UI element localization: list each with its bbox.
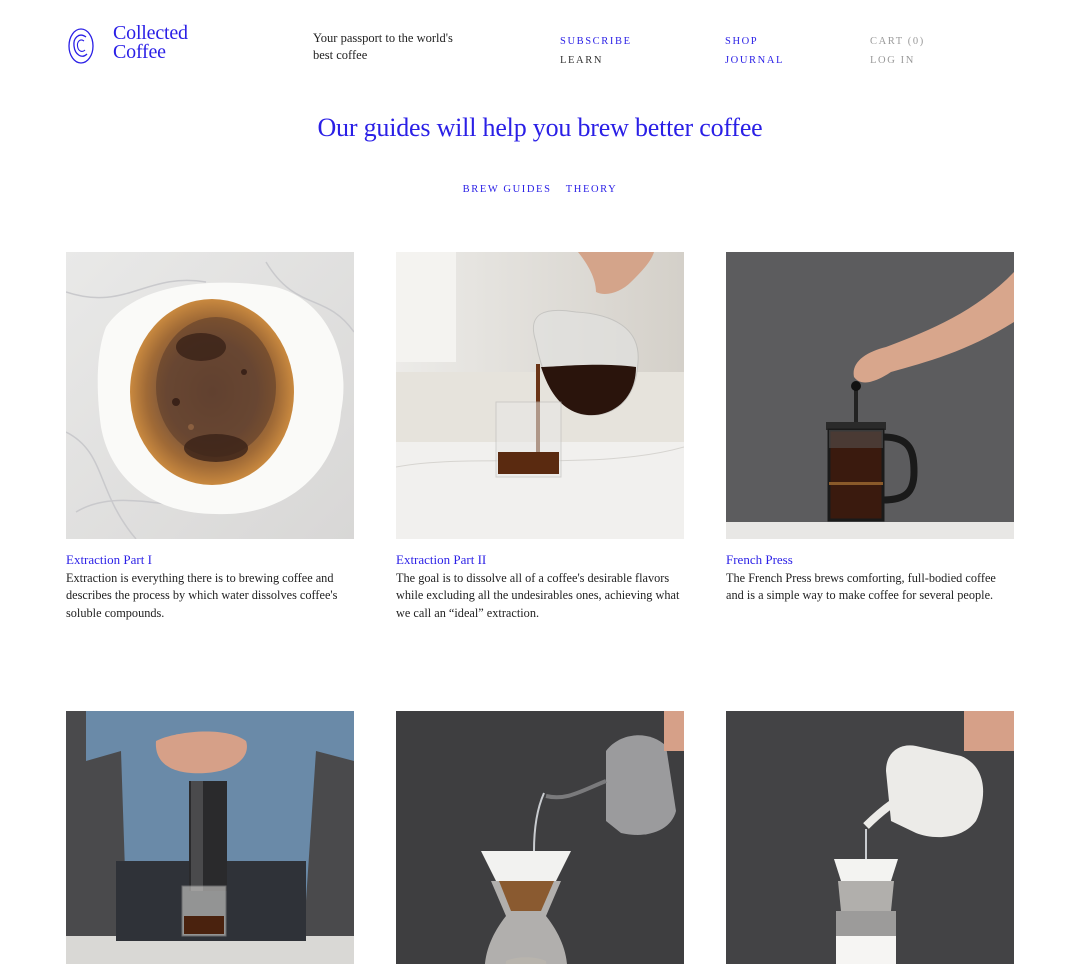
guide-card-extraction-2[interactable]: Extraction Part II The goal is to dissol… [396,252,684,622]
guide-title[interactable]: French Press [726,552,1014,568]
brand-logo-link[interactable]: Collected Coffee [67,23,188,66]
nav-subscribe-link[interactable]: SUBSCRIBE [560,32,632,51]
coffee-filter-grounds-photo[interactable] [66,252,354,539]
brand-tagline: Your passport to the world's best coffee [313,31,453,62]
guide-filter-tabs: BREW GUIDES THEORY [0,184,1080,195]
pouring-coffee-photo[interactable] [396,252,684,539]
chemex-pour-photo[interactable] [396,711,684,964]
tab-brew-guides[interactable]: BREW GUIDES [463,184,552,195]
nav-group-1: SUBSCRIBE LEARN [560,32,632,70]
nav-journal-link[interactable]: JOURNAL [725,51,784,70]
french-press-image [726,252,1014,539]
guide-title[interactable]: Extraction Part I [66,552,354,568]
site-header: Collected Coffee Your passport to the wo… [0,0,1080,90]
guide-card-french-press[interactable]: French Press The French Press brews comf… [726,252,1014,605]
guide-description: The French Press brews comforting, full-… [726,571,996,603]
guide-description: Extraction is everything there is to bre… [66,571,338,620]
nav-shop-link[interactable]: SHOP [725,32,784,51]
brand-name-line2: Coffee [113,41,166,63]
french-press-photo[interactable] [726,252,1014,539]
chemex-pour-image [396,711,684,964]
page-title: Our guides will help you brew better cof… [317,113,763,142]
guide-title[interactable]: Extraction Part II [396,552,684,568]
nav-cart-link[interactable]: CART (0) [870,32,925,51]
pouring-coffee-image [396,252,684,539]
tab-theory[interactable]: THEORY [566,184,618,195]
nav-learn-link[interactable]: LEARN [560,51,632,70]
guide-card-aeropress[interactable] [66,711,354,964]
collected-coffee-logo-icon [68,28,94,64]
aeropress-photo[interactable] [66,711,354,964]
coffee-filter-grounds-image [66,252,354,539]
guide-card-chemex[interactable] [396,711,684,964]
guide-card-kalita[interactable] [726,711,1014,964]
kalita-pour-photo[interactable] [726,711,1014,964]
nav-group-3: CART (0) LOG IN [870,32,925,70]
aeropress-image [66,711,354,964]
guide-card-extraction-1[interactable]: Extraction Part I Extraction is everythi… [66,252,354,622]
brand-name: Collected Coffee [113,23,188,63]
guide-description: The goal is to dissolve all of a coffee'… [396,571,680,620]
nav-group-2: SHOP JOURNAL [725,32,784,70]
nav-login-link[interactable]: LOG IN [870,51,925,70]
kalita-pour-image [726,711,1014,964]
